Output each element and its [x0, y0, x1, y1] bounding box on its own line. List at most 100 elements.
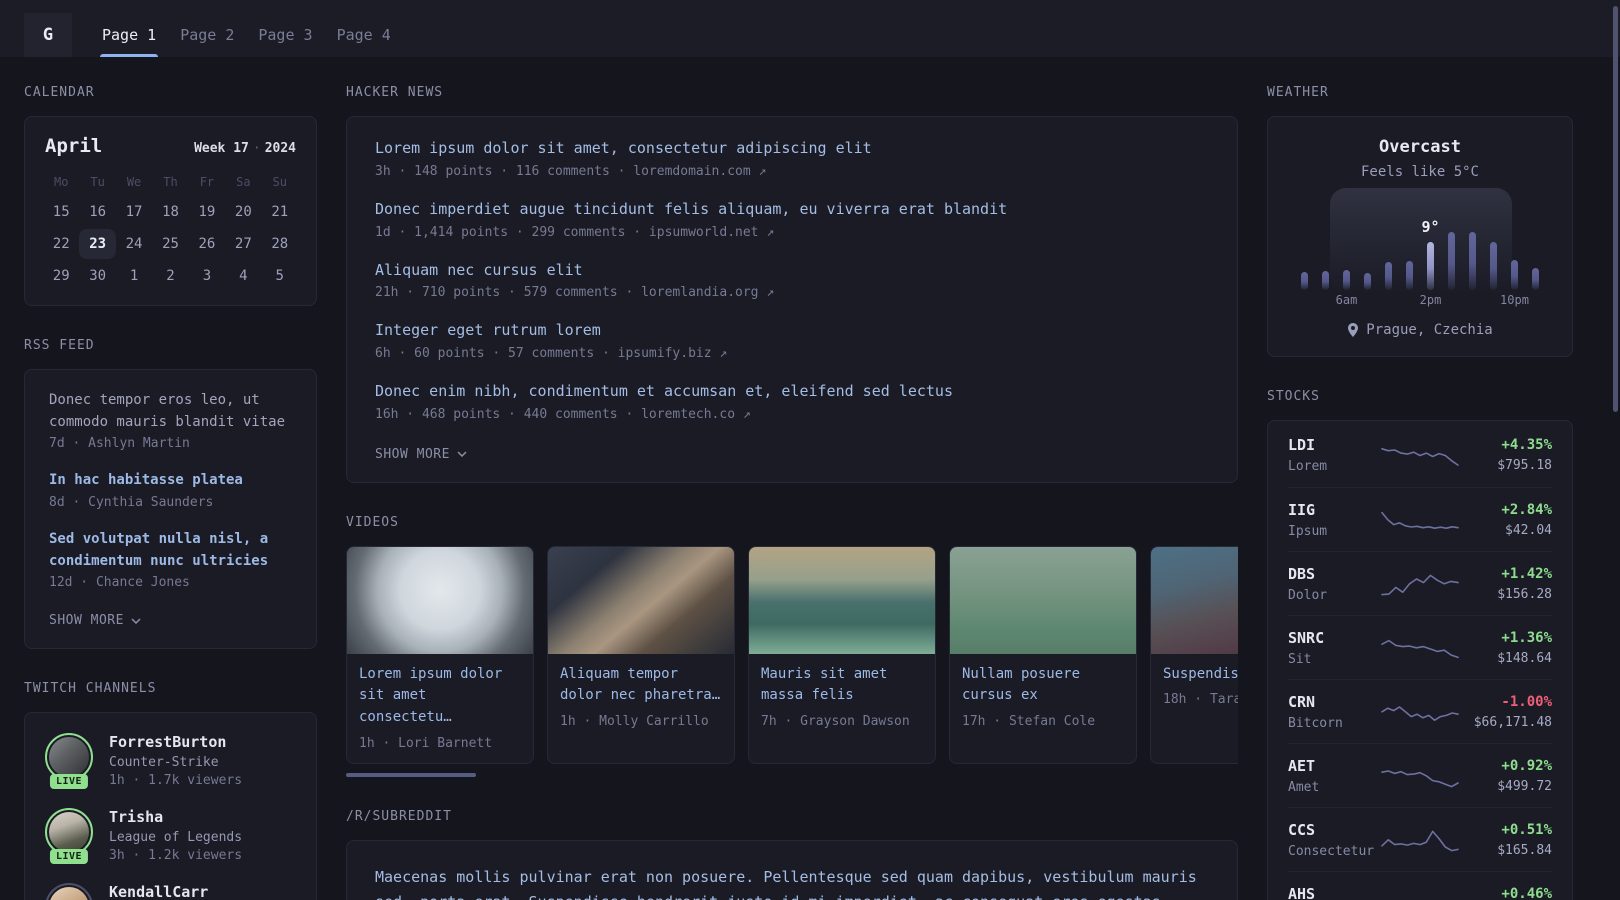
video-meta: 17h · Stefan Cole [962, 714, 1096, 730]
hackernews-item-meta[interactable]: 16h · 468 points · 440 comments · loremt… [375, 407, 1209, 422]
hackernews-show-more-button[interactable]: SHOW MORE [375, 447, 467, 462]
stock-name: Consectetur [1288, 843, 1375, 859]
twitch-channel-row[interactable]: KendallCarr [45, 883, 296, 900]
hackernews-item-link[interactable]: Donec imperdiet augue tincidunt felis al… [375, 200, 1209, 219]
stock-row[interactable]: CCS Consectetur +0.51% $165.84 [1288, 807, 1552, 871]
video-card[interactable]: Lorem ipsum dolor sit amet consectetu… 1… [346, 545, 534, 764]
video-card[interactable]: Aliquam tempor dolor nec pharetra… 1h · … [547, 545, 735, 764]
video-thumbnail[interactable] [950, 546, 1136, 654]
stock-change: +1.42% [1501, 565, 1552, 582]
videos-carousel: Lorem ipsum dolor sit amet consectetu… 1… [346, 545, 1238, 764]
hackernews-item-link[interactable]: Lorem ipsum dolor sit amet, consectetur … [375, 139, 1209, 158]
calendar-day: 1 [129, 268, 139, 284]
stock-sparkline [1381, 705, 1459, 721]
hackernews-item-meta[interactable]: 1d · 1,414 points · 299 comments · ipsum… [375, 225, 1209, 240]
stock-row[interactable]: CRN Bitcorn -1.00% $66,171.48 [1288, 679, 1552, 743]
weather-hour-label: 6am [1335, 293, 1358, 307]
rss-widget: Donec tempor eros leo, ut commodo mauris… [24, 369, 317, 650]
video-thumbnail[interactable] [1151, 546, 1238, 654]
weather-hour-bar [1462, 192, 1483, 308]
rss-item-link[interactable]: In hac habitasse platea [49, 470, 292, 492]
calendar-widget: April Week 17 · 2024 Mo Tu We Th Fr Sa S… [24, 116, 317, 306]
hackernews-item-link[interactable]: Integer eget rutrum lorem [375, 321, 1209, 340]
page-tab[interactable]: Page 2 [168, 13, 246, 57]
video-title[interactable]: Aliquam tempor dolor nec pharetra… [560, 664, 722, 707]
weather-hour-bar: 9° 2pm [1419, 192, 1442, 308]
channel-name[interactable]: KendallCarr [109, 883, 208, 900]
weather-hour-bar [1399, 192, 1420, 308]
calendar-month: April [45, 135, 103, 157]
stock-row[interactable]: IIG Ipsum +2.84% $42.04 [1288, 487, 1552, 551]
calendar-day: 25 [162, 236, 179, 252]
stock-change: +2.84% [1501, 501, 1552, 518]
page-tab[interactable]: Page 4 [325, 13, 403, 57]
stock-change: +0.51% [1501, 821, 1552, 838]
weather-widget: Overcast Feels like 5°C 6am 9° 2pm 10pm Pra… [1267, 116, 1573, 357]
video-card[interactable]: Suspendisse diam 18h · Tara Nichols [1150, 545, 1238, 764]
stock-row[interactable]: DBS Dolor +1.42% $156.28 [1288, 551, 1552, 615]
center-column: HACKER NEWS Lorem ipsum dolor sit amet, … [346, 85, 1238, 900]
hackernews-item: Donec imperdiet augue tincidunt felis al… [375, 200, 1209, 240]
weather-hour-bar [1315, 192, 1336, 308]
hackernews-item-meta[interactable]: 3h · 148 points · 116 comments · loremdo… [375, 164, 1209, 179]
video-card[interactable]: Nullam posuere cursus ex 17h · Stefan Co… [949, 545, 1137, 764]
video-title[interactable]: Nullam posuere cursus ex [962, 664, 1124, 707]
video-thumbnail[interactable] [347, 546, 533, 654]
hackernews-item-link[interactable]: Donec enim nibh, condimentum et accumsan… [375, 382, 1209, 401]
stock-name: Ipsum [1288, 523, 1328, 539]
weather-hour-label: 2pm [1419, 293, 1442, 307]
avatar [45, 883, 93, 900]
stock-symbol: AHS [1288, 884, 1316, 900]
stock-name: Lorem [1288, 459, 1328, 474]
chevron-down-icon [131, 618, 141, 624]
calendar-section: CALENDAR April Week 17 · 2024 Mo Tu We Th [24, 85, 317, 306]
stock-row[interactable]: AHS Adipiscing +0.46% $88.12 [1288, 871, 1552, 900]
stock-price: $499.72 [1497, 778, 1552, 794]
hackernews-item-meta[interactable]: 6h · 60 points · 57 comments · ipsumify.… [375, 346, 1209, 361]
stock-change: +0.46% [1501, 885, 1552, 900]
app-logo[interactable]: G [24, 13, 72, 57]
rss-item-link[interactable]: Donec tempor eros leo, ut commodo mauris… [49, 390, 292, 433]
calendar-day: 5 [275, 268, 284, 284]
channel-name[interactable]: ForrestBurton [109, 733, 242, 751]
rss-item-meta: 7d · Ashlyn Martin [49, 436, 190, 452]
videos-scrollbar-thumb[interactable] [346, 772, 476, 777]
stocks-widget: LDI Lorem +4.35% $795.18 IIG Ipsum +2.84… [1267, 420, 1573, 900]
video-title[interactable]: Lorem ipsum dolor sit amet consectetu… [359, 664, 521, 729]
twitch-channel-row[interactable]: LIVE ForrestBurton Counter-Strike 1h · 1… [45, 733, 296, 790]
stock-row[interactable]: LDI Lorem +4.35% $795.18 [1288, 423, 1552, 487]
hackernews-item-meta[interactable]: 21h · 710 points · 579 comments · loreml… [375, 285, 1209, 300]
calendar-section-title: CALENDAR [24, 85, 95, 100]
stocks-section-title: STOCKS [1267, 389, 1320, 404]
page-scrollbar-thumb[interactable] [1613, 6, 1618, 412]
video-card[interactable]: Mauris sit amet massa felis 7h · Grayson… [748, 545, 936, 764]
right-column: WEATHER Overcast Feels like 5°C 6am 9° 2pm… [1267, 85, 1573, 900]
stock-row[interactable]: SNRC Sit +1.36% $148.64 [1288, 615, 1552, 679]
video-thumbnail[interactable] [548, 546, 734, 654]
stock-row[interactable]: AET Amet +0.92% $499.72 [1288, 743, 1552, 807]
hackernews-section: HACKER NEWS Lorem ipsum dolor sit amet, … [346, 85, 1238, 483]
hackernews-item-link[interactable]: Aliquam nec cursus elit [375, 261, 1209, 280]
twitch-channel-row[interactable]: LIVE Trisha League of Legends 3h · 1.2k … [45, 808, 296, 865]
channel-name[interactable]: Trisha [109, 808, 242, 826]
page-tabs: Page 1 Page 2 Page 3 Page 4 [90, 13, 403, 57]
calendar-day: 23 [79, 229, 116, 259]
rss-item-link[interactable]: Sed volutpat nulla nisl, a condimentum n… [49, 529, 292, 572]
subreddit-post: Maecenas mollis pulvinar erat non posuer… [375, 865, 1209, 900]
page-tab[interactable]: Page 3 [246, 13, 324, 57]
subreddit-section-title: /R/SUBREDDIT [346, 808, 452, 824]
page-tab[interactable]: Page 1 [90, 13, 168, 57]
video-thumbnail[interactable] [749, 546, 935, 654]
video-title[interactable]: Suspendisse diam [1163, 664, 1238, 686]
dot-separator: · [252, 141, 261, 156]
hackernews-item: Donec enim nibh, condimentum et accumsan… [375, 382, 1209, 422]
weather-hour-bar [1525, 192, 1546, 308]
channel-meta: 3h · 1.2k viewers [109, 848, 243, 864]
rss-show-more-button[interactable]: SHOW MORE [49, 613, 141, 628]
video-title[interactable]: Mauris sit amet massa felis [761, 664, 923, 707]
stock-symbol: CRN [1288, 692, 1316, 711]
rss-section-title: RSS FEED [24, 338, 95, 353]
weekday-label: Mo [53, 175, 69, 189]
subreddit-post-link[interactable]: Maecenas mollis pulvinar erat non posuer… [375, 865, 1209, 900]
videos-section-title: VIDEOS [346, 514, 399, 530]
